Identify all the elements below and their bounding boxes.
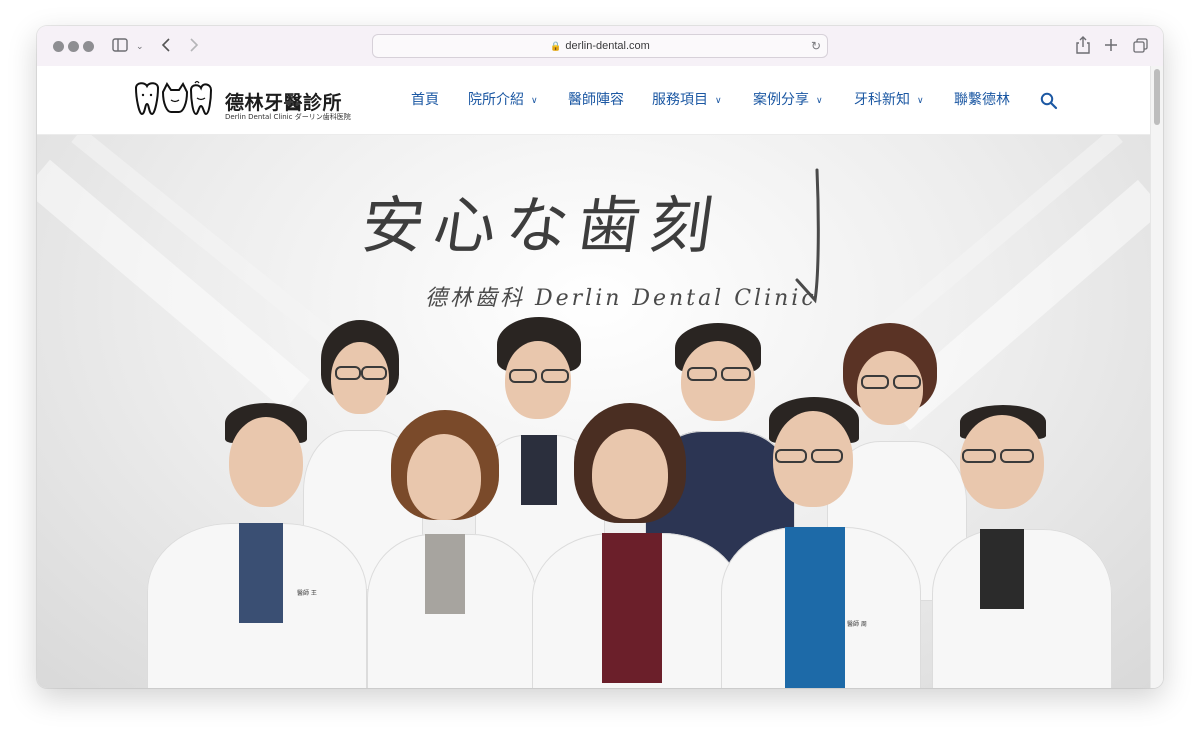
- tab-overview-icon[interactable]: [1133, 38, 1148, 53]
- nav-item-services[interactable]: 服務項目 ∨: [652, 90, 722, 112]
- name-tag: 醫師 周: [847, 621, 867, 628]
- forward-arrow-icon[interactable]: [189, 38, 199, 52]
- nav-item-cases[interactable]: 案例分享 ∨: [753, 90, 823, 112]
- nav-item-about[interactable]: 院所介紹 ∨: [468, 90, 538, 112]
- reload-icon[interactable]: ↻: [811, 35, 821, 57]
- doctor-figure: 醫師 王: [147, 403, 367, 688]
- url-text: derlin-dental.com: [565, 40, 650, 52]
- chevron-down-icon[interactable]: ⌄: [136, 36, 144, 56]
- logo-subtitle: Derlin Dental Clinic ダーリン歯科医院: [225, 113, 351, 121]
- zoom-window-dot[interactable]: [83, 41, 94, 52]
- chevron-down-icon: ∨: [715, 96, 722, 106]
- chevron-down-icon: ∨: [917, 96, 924, 106]
- nav-item-home[interactable]: 首頁: [411, 90, 439, 110]
- chevron-down-icon: ∨: [531, 96, 538, 106]
- sidebar-toggle-icon[interactable]: [112, 38, 128, 52]
- doctor-figure: 醫師 周: [721, 397, 921, 688]
- doctor-figure: [532, 403, 742, 688]
- new-tab-icon[interactable]: [1104, 38, 1118, 52]
- nav-item-doctors[interactable]: 醫師陣容: [568, 90, 624, 110]
- nav-item-news[interactable]: 牙科新知 ∨: [854, 90, 924, 112]
- logo-teeth-icon[interactable]: [133, 80, 217, 118]
- close-window-dot[interactable]: [53, 41, 64, 52]
- doctor-figure: [932, 405, 1112, 688]
- name-tag: 醫師 王: [297, 590, 317, 597]
- page-scrollbar[interactable]: [1150, 66, 1163, 688]
- browser-toolbar: ⌄ 🔒 derlin-dental.com ↻: [37, 26, 1163, 67]
- lock-icon: 🔒: [550, 41, 562, 51]
- hero-banner: 安心な歯刻 德林齒科 Derlin Dental Clinic 醫師 王 醫師 …: [37, 135, 1151, 688]
- share-icon[interactable]: [1076, 36, 1090, 54]
- search-icon[interactable]: [1040, 92, 1058, 110]
- minimize-window-dot[interactable]: [68, 41, 79, 52]
- scrollbar-thumb[interactable]: [1154, 69, 1160, 125]
- doctor-figure: [367, 410, 537, 688]
- site-header: 德林牙醫診所 Derlin Dental Clinic ダーリン歯科医院 首頁 …: [37, 66, 1151, 135]
- chevron-down-icon: ∨: [816, 96, 823, 106]
- address-bar[interactable]: 🔒 derlin-dental.com ↻: [372, 34, 828, 58]
- logo-name[interactable]: 德林牙醫診所: [225, 88, 342, 115]
- browser-window: ⌄ 🔒 derlin-dental.com ↻ 德林牙醫診所 Derlin De…: [37, 26, 1163, 688]
- team-photo: 醫師 王 醫師 周: [37, 135, 1151, 688]
- nav-item-contact[interactable]: 聯繫德林: [954, 90, 1010, 110]
- back-arrow-icon[interactable]: [161, 38, 171, 52]
